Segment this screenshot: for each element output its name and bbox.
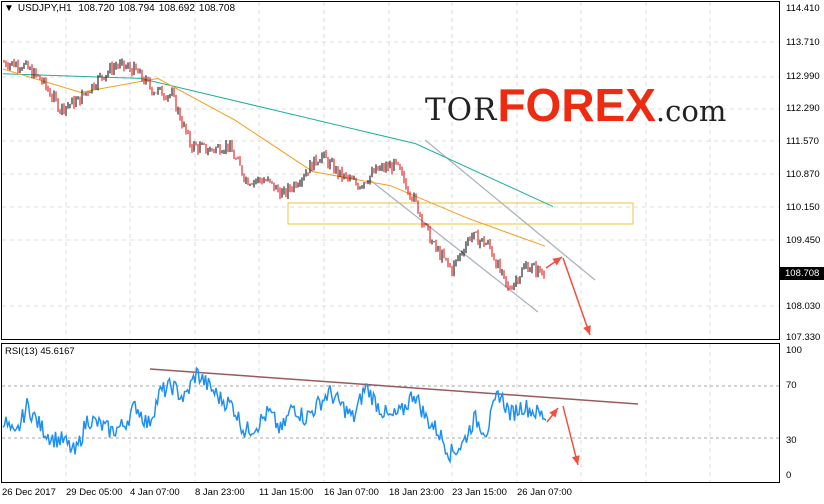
rsi-level-label: 70 — [786, 380, 797, 391]
high-value: 108.794 — [118, 3, 155, 14]
time-label: 26 Dec 2017 — [2, 487, 56, 498]
rsi-title: RSI(13) 45.6167 — [5, 346, 75, 357]
rsi-down-arrow — [562, 405, 579, 466]
price-label: 114.410 — [786, 3, 820, 14]
rsi-level-label: 0 — [786, 470, 792, 481]
price-label: 108.030 — [786, 301, 821, 312]
logo-forex: FOREX — [497, 79, 656, 131]
time-label: 4 Jan 07:00 — [130, 487, 180, 498]
logo-com: .com — [655, 94, 727, 128]
time-label: 29 Dec 05:00 — [66, 487, 123, 498]
price-label: 112.290 — [786, 103, 820, 114]
rsi-level-label: 100 — [786, 345, 802, 356]
torforex-logo: TOR FOREX .com — [425, 82, 726, 128]
time-label: 23 Jan 15:00 — [452, 487, 507, 498]
time-label: 11 Jan 15:00 — [259, 487, 314, 498]
rsi-panel-frame — [1, 343, 780, 483]
price-label: 109.450 — [786, 235, 821, 246]
current-price-tag: 108.708 — [780, 267, 824, 280]
symbol-label: USDJPY,H1 — [17, 3, 72, 14]
price-label: 110.150 — [786, 202, 820, 213]
price-label: 112.990 — [786, 71, 820, 82]
channel-lower-line — [369, 179, 539, 313]
chart-canvas[interactable] — [0, 0, 824, 504]
price-label: 111.570 — [786, 136, 819, 147]
logo-tor: TOR — [425, 92, 498, 128]
chart-window[interactable]: ▼ USDJPY,H1 108.720 108.794 108.692 108.708 … — [0, 0, 824, 504]
rsi-down-arrow-head — [571, 455, 580, 465]
forecast-down-arrow — [562, 257, 591, 336]
rsi-level-label: 30 — [786, 435, 797, 446]
time-label: 8 Jan 23:00 — [195, 487, 245, 498]
close-value: 108.708 — [198, 3, 236, 14]
time-label: 18 Jan 23:00 — [389, 487, 444, 498]
dropdown-triangle-icon[interactable]: ▼ — [4, 3, 14, 14]
open-value: 108.720 — [78, 3, 115, 14]
rsi-trendline — [149, 368, 639, 405]
rsi-up-arrow-head — [549, 408, 558, 418]
rsi-line — [2, 366, 547, 465]
forecast-up-arrow-head — [552, 257, 562, 266]
chart-header: ▼ USDJPY,H1 108.720 108.794 108.692 108.708 — [4, 3, 239, 14]
low-value: 108.692 — [158, 3, 195, 14]
price-label: 110.870 — [786, 169, 820, 180]
forecast-down-arrow-head — [583, 325, 591, 335]
time-label: 26 Jan 07:00 — [517, 487, 572, 498]
channel-upper-line — [424, 139, 596, 281]
main-panel-frame — [1, 1, 780, 340]
time-label: 16 Jan 07:00 — [324, 487, 379, 498]
price-label: 113.710 — [786, 37, 820, 48]
price-label: 107.330 — [786, 332, 821, 343]
